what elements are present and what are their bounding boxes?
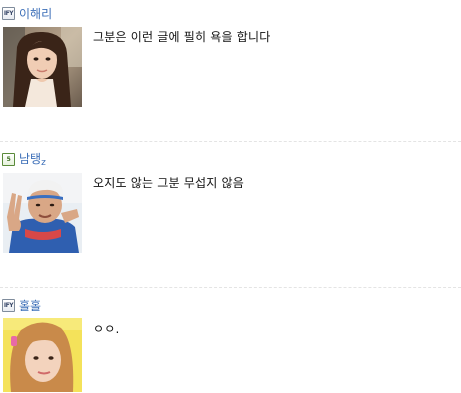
author-name-link[interactable]: 이해리 xyxy=(19,5,52,22)
author-name-link[interactable]: 남탱z xyxy=(19,150,46,168)
author-avatar[interactable] xyxy=(3,27,82,107)
author-name-text: 홀홀 xyxy=(19,298,42,313)
comment-divider xyxy=(0,287,461,288)
comment-author-row: 5 남탱z xyxy=(2,150,46,168)
comment-text: 오지도 않는 그분 무섭지 않음 xyxy=(93,176,244,190)
comment-text: ㅇㅇ. xyxy=(93,322,120,336)
level-badge-icon: IFY xyxy=(2,6,15,20)
comment-divider xyxy=(0,141,461,142)
man-peace-sign-photo-icon xyxy=(3,173,82,253)
author-avatar[interactable] xyxy=(3,173,82,253)
comment-text: 그분은 이런 글에 필히 욕을 합니다 xyxy=(93,30,271,44)
author-name-suffix: z xyxy=(41,158,46,168)
level-badge-icon: 5 xyxy=(2,152,15,166)
author-name-text: 남탱 xyxy=(19,152,42,166)
comment-author-row: IFY 이해리 xyxy=(2,4,52,22)
author-avatar[interactable] xyxy=(3,318,82,392)
comment-item: 5 남탱z 오지도 않는 그분 무섭지 않음 xyxy=(0,146,461,253)
comment-item: IFY 이해리 그분은 이런 글에 필히 욕을 합니다 xyxy=(0,0,461,107)
comment-item: IFY 홀홀 ㅇㅇ. xyxy=(0,292,461,392)
author-name-link[interactable]: 홀홀 xyxy=(19,297,41,314)
author-name-text: 이해리 xyxy=(19,6,53,21)
woman-long-hair-photo-icon xyxy=(3,27,82,107)
comment-author-row: IFY 홀홀 xyxy=(2,296,41,314)
level-badge-icon: IFY xyxy=(2,298,15,312)
girl-yellow-background-photo-icon xyxy=(3,318,82,392)
